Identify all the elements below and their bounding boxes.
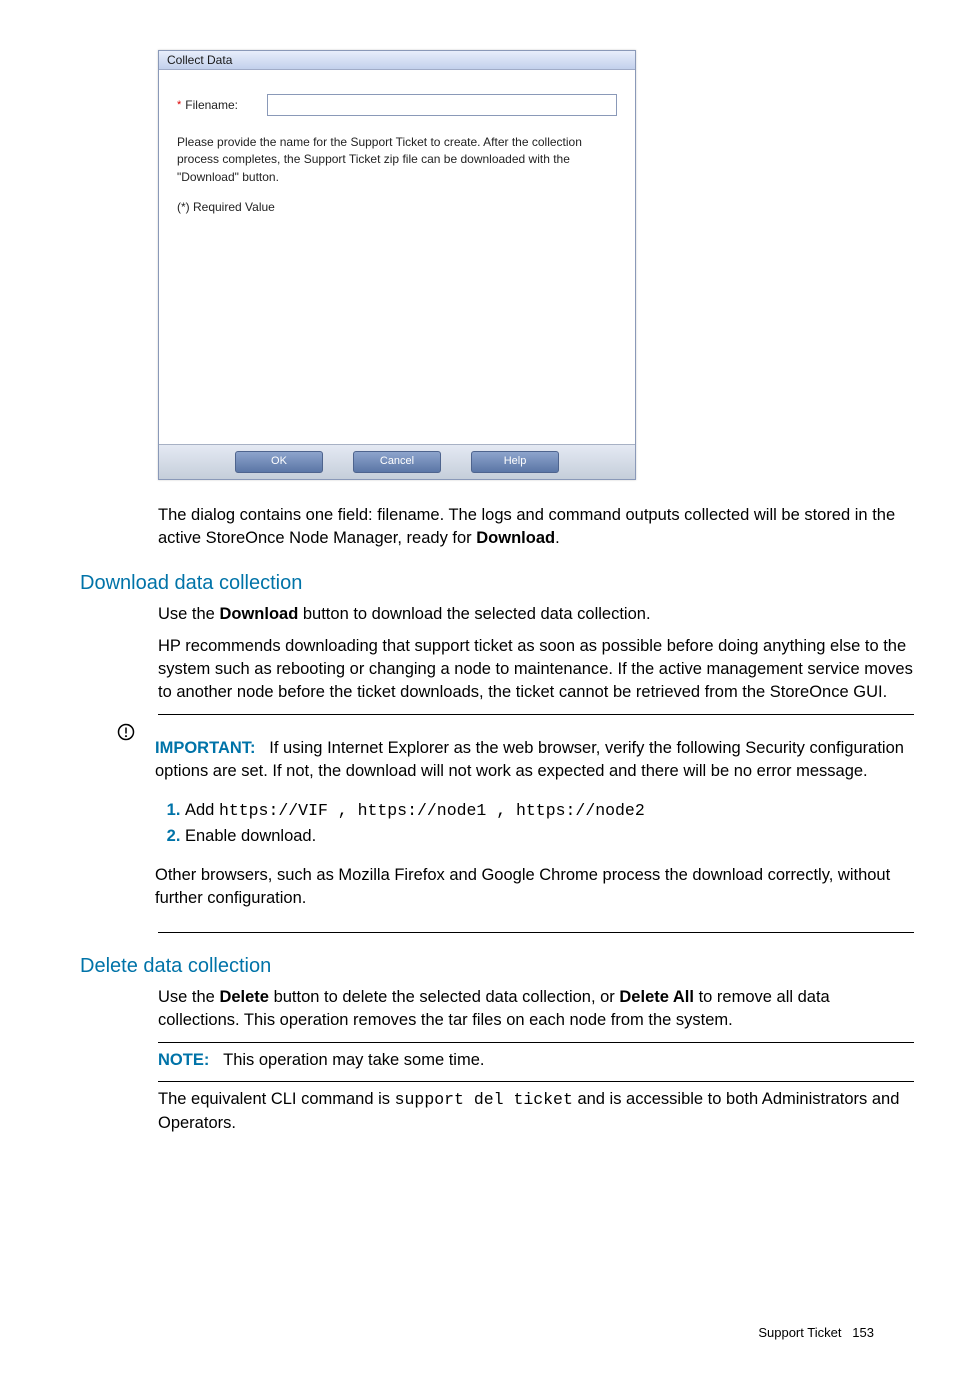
- page-footer: Support Ticket 153: [80, 1325, 914, 1340]
- important-block: IMPORTANT: If using Internet Explorer as…: [117, 721, 914, 927]
- important-icon: [117, 721, 137, 927]
- collect-data-dialog: Collect Data * Filename: Please provide …: [158, 50, 636, 480]
- cancel-button[interactable]: Cancel: [353, 451, 441, 473]
- help-button[interactable]: Help: [471, 451, 559, 473]
- heading-download: Download data collection: [80, 572, 914, 595]
- note-line: NOTE: This operation may take some time.: [158, 1049, 914, 1072]
- important-step-1: Add https://VIF , https://node1 , https:…: [185, 799, 914, 823]
- dialog-body: * Filename: Please provide the name for …: [159, 70, 635, 444]
- important-step-2: Enable download.: [185, 825, 914, 848]
- required-note: (*) Required Value: [177, 200, 617, 214]
- important-label: IMPORTANT:: [155, 739, 256, 757]
- dialog-footer: OK Cancel Help: [159, 444, 635, 479]
- filename-input[interactable]: [267, 94, 617, 116]
- filename-label: Filename:: [185, 98, 267, 112]
- delete-p1: Use the Delete button to delete the sele…: [158, 986, 914, 1032]
- ok-button[interactable]: OK: [235, 451, 323, 473]
- dialog-title: Collect Data: [159, 51, 635, 70]
- important-after: Other browsers, such as Mozilla Firefox …: [155, 864, 914, 910]
- delete-p2: The equivalent CLI command is support de…: [158, 1088, 914, 1135]
- download-p2: HP recommends downloading that support t…: [158, 635, 914, 703]
- paragraph-after-dialog: The dialog contains one field: filename.…: [158, 504, 914, 550]
- dialog-help-text: Please provide the name for the Support …: [177, 134, 617, 186]
- download-p1: Use the Download button to download the …: [158, 603, 914, 626]
- heading-delete: Delete data collection: [80, 955, 914, 978]
- important-text: If using Internet Explorer as the web br…: [155, 739, 904, 780]
- required-star: *: [177, 99, 181, 111]
